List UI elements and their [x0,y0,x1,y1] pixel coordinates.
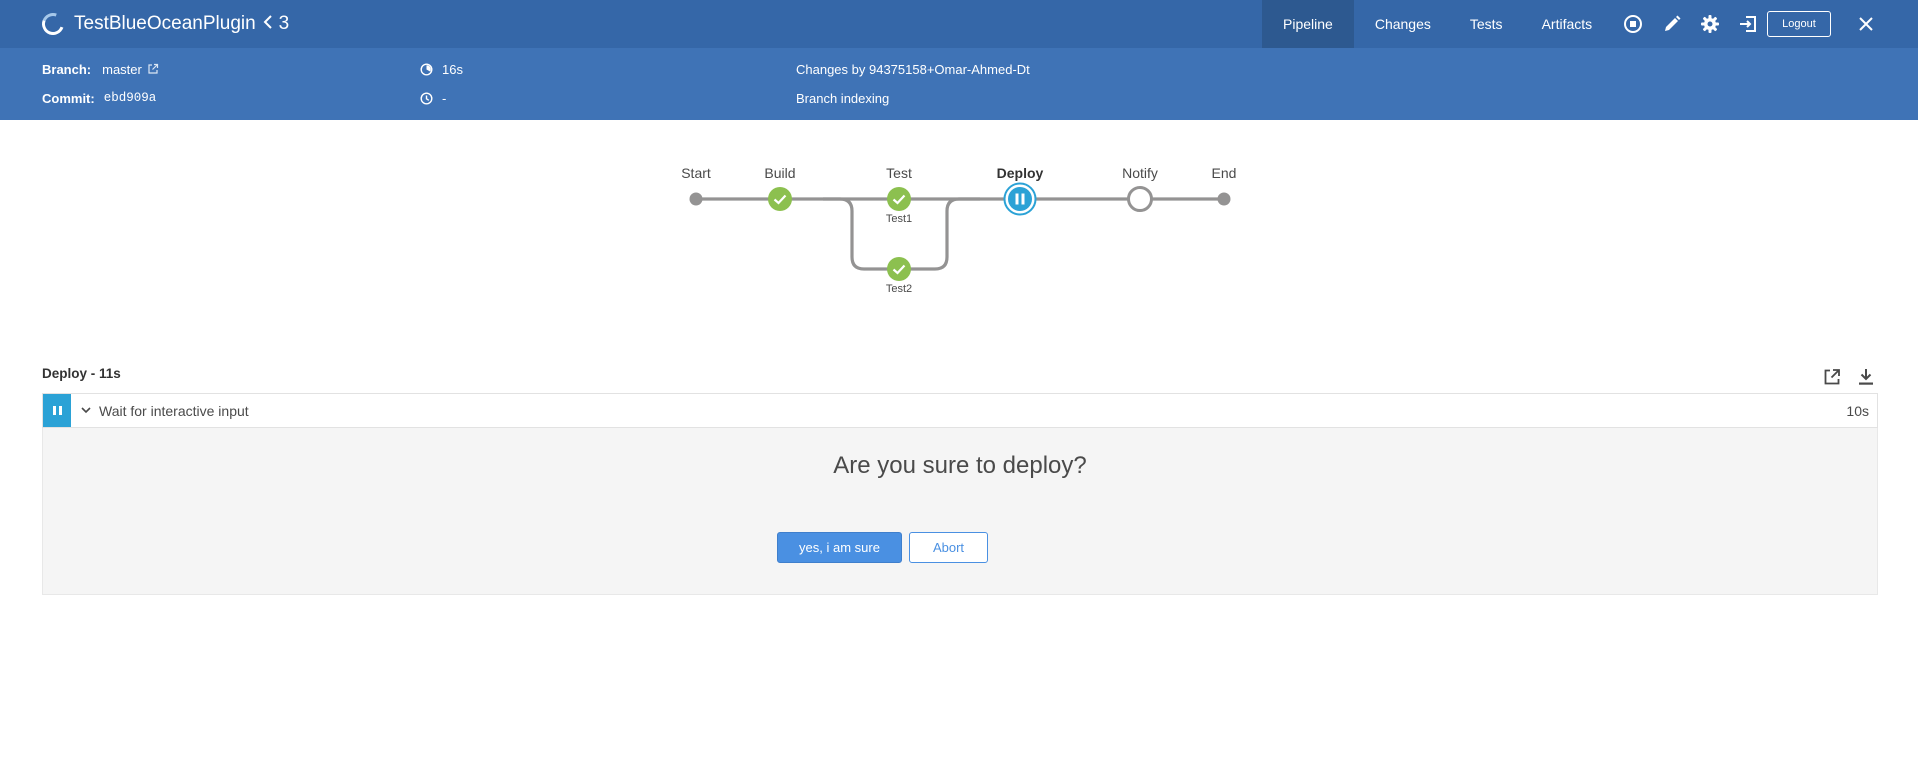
top-bar: TestBlueOceanPlugin 3 Pipeline Changes T… [0,0,1918,48]
proceed-button[interactable]: yes, i am sure [777,532,902,563]
parallel-label-test2[interactable]: Test2 [886,283,912,295]
step-duration: 10s [1846,403,1869,419]
step-name: Wait for interactive input [99,403,249,419]
log-step-row[interactable]: Wait for interactive input 10s [42,393,1878,428]
edit-icon[interactable] [1661,13,1683,35]
branch-link[interactable]: master [102,62,142,77]
commit-hash: ebd909a [103,91,157,105]
jenkins-logo-icon[interactable] [38,9,68,39]
parallel-label-test1[interactable]: Test1 [886,213,912,225]
tab-bar: Pipeline Changes Tests Artifacts [1262,0,1613,48]
logout-button[interactable]: Logout [1767,11,1831,37]
finished-value: - [442,90,447,106]
finished-info: - [420,90,446,106]
run-cause: Branch indexing [796,90,890,106]
not-built-icon[interactable] [1126,185,1154,213]
run-number: 3 [278,13,290,34]
commit-info: Commit: ebd909a [42,90,156,106]
input-step-panel: Are you sure to deploy? yes, i am sure A… [42,428,1878,595]
duration-info: 16s [420,61,463,77]
run-details-bar: Branch: master Commit: ebd909a 16s - Cha… [0,48,1918,120]
breadcrumb: TestBlueOceanPlugin 3 [38,0,290,48]
branch-label: Branch: [42,61,92,77]
duration-value: 16s [442,61,463,77]
paused-status-icon [43,394,71,427]
commit-label: Commit: [42,90,95,106]
chevron-down-icon[interactable] [79,403,93,417]
stage-label-deploy[interactable]: Deploy [997,165,1044,181]
close-icon[interactable] [1855,13,1877,35]
stage-label-test[interactable]: Test [886,165,912,181]
pipeline-graph-connectors [696,197,1224,271]
tab-tests[interactable]: Tests [1452,0,1521,48]
stopwatch-icon [420,62,433,76]
pipeline-name-link[interactable]: TestBlueOceanPlugin [74,13,256,35]
tab-changes[interactable]: Changes [1354,0,1452,48]
stage-label-end: End [1211,165,1237,181]
success-check-icon[interactable] [886,186,912,212]
chevron-left-icon [263,14,273,34]
tab-pipeline[interactable]: Pipeline [1262,0,1354,48]
stage-label-build[interactable]: Build [764,165,795,181]
stage-label-start: Start [681,165,711,181]
download-icon[interactable] [1855,366,1877,388]
start-node-icon [689,192,703,206]
changes-by: Changes by 94375158+Omar-Ahmed-Dt [796,61,1030,77]
success-check-icon[interactable] [767,186,793,212]
end-node-icon [1217,192,1231,206]
stop-icon[interactable] [1622,13,1644,35]
branch-info: Branch: master [42,61,159,77]
paused-icon[interactable] [1003,182,1037,216]
step-log-title: Deploy - 11s [42,366,121,381]
input-message: Are you sure to deploy? [833,452,1087,479]
stage-label-notify[interactable]: Notify [1122,165,1158,181]
success-check-icon[interactable] [886,256,912,282]
pipeline-graph: Start Build Test Test1 Test2 Deploy Noti… [0,150,1918,310]
gear-icon[interactable] [1699,13,1721,35]
open-external-icon[interactable] [1821,366,1843,388]
tab-artifacts[interactable]: Artifacts [1521,0,1614,48]
external-link-icon[interactable] [147,63,159,75]
abort-button[interactable]: Abort [909,532,988,563]
clock-icon [420,91,433,105]
sign-in-icon[interactable] [1737,13,1759,35]
